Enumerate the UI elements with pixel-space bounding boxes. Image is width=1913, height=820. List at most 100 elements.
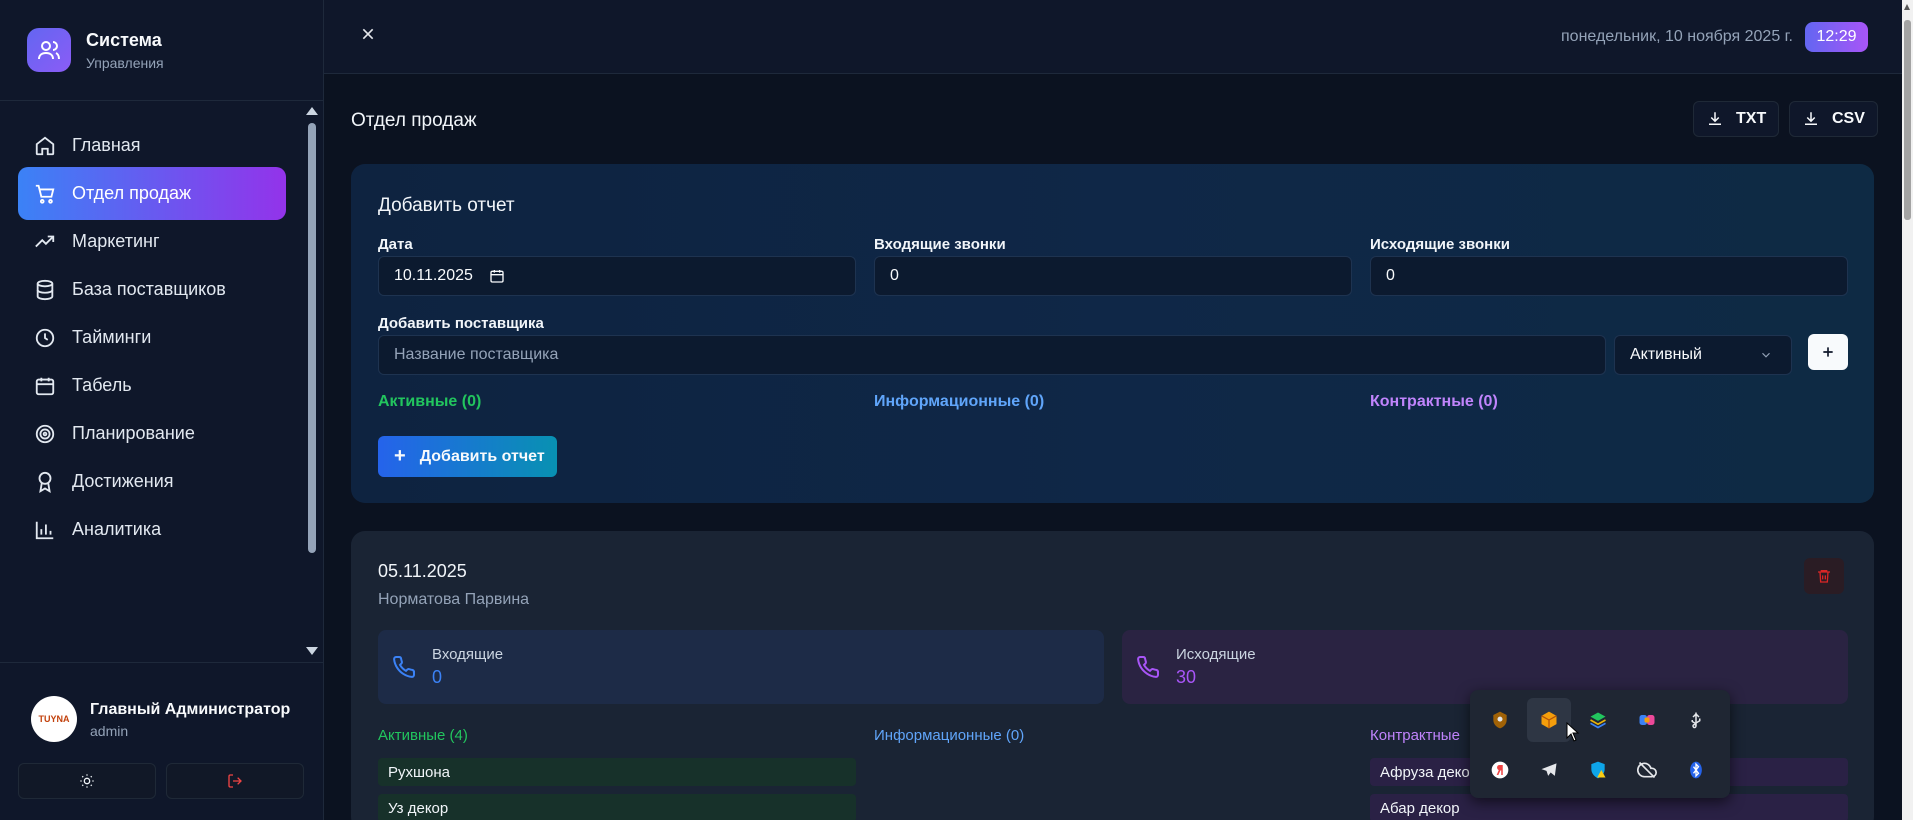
bar-chart-icon (35, 521, 54, 539)
sidebar-item-label: Достижения (72, 471, 174, 491)
sidebar-scrollbar[interactable] (304, 101, 320, 661)
scroll-up-icon[interactable] (1904, 4, 1910, 10)
scroll-up-icon[interactable] (306, 107, 318, 115)
sidebar-item-planning[interactable]: Планирование (18, 407, 286, 460)
telegram-icon[interactable] (1527, 748, 1571, 792)
mouse-cursor-icon (1566, 721, 1580, 747)
chevron-down-icon (1762, 352, 1770, 358)
usb-icon[interactable] (1674, 698, 1718, 742)
page-title: Отдел продаж (351, 110, 477, 131)
close-sidebar-button[interactable] (360, 26, 380, 46)
incoming-stat-label: Входящие (432, 646, 504, 663)
outgoing-calls-label: Исходящие звонки (1370, 236, 1510, 253)
sun-icon (80, 774, 94, 788)
tray-box-icon[interactable] (1527, 698, 1571, 742)
calendar-icon[interactable] (489, 268, 505, 284)
page-scrollbar[interactable] (1902, 0, 1913, 820)
current-date: понедельник, 10 ноября 2025 г. (1561, 28, 1793, 45)
user-name: Главный Администратор (90, 701, 291, 718)
sidebar-item-label: Аналитика (72, 519, 162, 539)
avatar: TUYNA (31, 696, 77, 742)
sidebar-item-marketing[interactable]: Маркетинг (18, 215, 286, 268)
list-item: Уз декор (378, 794, 856, 820)
yandex-browser-icon[interactable] (1478, 748, 1522, 792)
incoming-calls-input[interactable]: 0 (874, 256, 1352, 296)
user-role: admin (90, 723, 129, 739)
date-label: Дата (378, 236, 413, 253)
sidebar-item-label: Маркетинг (72, 231, 160, 251)
bluetooth-icon[interactable] (1674, 748, 1718, 792)
trash-icon (1818, 570, 1830, 583)
add-report-button-label: Добавить отчет (419, 447, 545, 465)
date-value: 10.11.2025 (394, 267, 473, 284)
contract-suppliers-count: Контрактные (0) (1370, 393, 1498, 410)
delete-report-button[interactable] (1804, 558, 1844, 594)
clock-icon (35, 328, 55, 347)
phone-icon (393, 655, 416, 678)
logout-button[interactable] (166, 763, 304, 799)
sidebar-item-timings[interactable]: Тайминги (18, 311, 286, 364)
add-report-title: Добавить отчет (378, 195, 515, 216)
sidebar-item-label: Отдел продаж (72, 183, 191, 203)
sidebar-item-label: Планирование (72, 423, 195, 443)
sidebar-item-label: Табель (72, 375, 132, 395)
sidebar-item-label: База поставщиков (72, 279, 226, 299)
users-icon (27, 28, 71, 72)
list-item: Рухшона (378, 758, 856, 786)
report-employee-name: Норматова Парвина (378, 591, 530, 608)
theme-toggle-button[interactable] (18, 763, 156, 799)
scroll-thumb[interactable] (1904, 20, 1911, 220)
sidebar-item-achievements[interactable]: Достижения (18, 455, 286, 508)
close-icon (362, 28, 374, 40)
scroll-down-icon[interactable] (306, 647, 318, 655)
topbar: понедельник, 10 ноября 2025 г. 12:29 (324, 0, 1913, 74)
sidebar-item-sales[interactable]: Отдел продаж (18, 167, 286, 220)
phone-icon (1137, 655, 1160, 678)
scroll-thumb[interactable] (308, 123, 316, 553)
export-txt-label: TXT (1736, 110, 1767, 127)
trending-up-icon (35, 235, 55, 247)
supplier-label: Добавить поставщика (378, 315, 544, 332)
tray-copilot-icon[interactable] (1625, 698, 1669, 742)
brand-title: Система (86, 29, 162, 50)
incoming-calls-label: Входящие звонки (874, 236, 1006, 253)
report-info-label: Информационные (0) (874, 727, 1025, 744)
date-input[interactable]: 10.11.2025 (378, 256, 856, 296)
cloud-off-icon[interactable] (1625, 748, 1669, 792)
database-icon (36, 279, 54, 300)
info-suppliers-count: Информационные (0) (874, 393, 1045, 410)
report-date: 05.11.2025 (378, 561, 467, 581)
system-tray-popup (1470, 690, 1730, 798)
plus-icon: + (394, 445, 406, 467)
target-icon (35, 424, 55, 443)
incoming-stat-value: 0 (432, 667, 443, 687)
supplier-name-input[interactable]: Название поставщика (378, 335, 1606, 375)
security-warning-icon[interactable] (1576, 748, 1620, 792)
award-icon (38, 471, 52, 493)
calendar-icon (35, 377, 55, 395)
logout-icon (228, 774, 242, 788)
download-icon (1805, 112, 1817, 125)
outgoing-calls-input[interactable]: 0 (1370, 256, 1848, 296)
brand-subtitle: Управления (86, 54, 164, 71)
sidebar-item-home[interactable]: Главная (18, 119, 286, 172)
export-txt-button[interactable]: TXT (1693, 101, 1780, 137)
add-supplier-button[interactable] (1808, 334, 1848, 370)
status-value: Активный (1630, 346, 1702, 363)
export-csv-button[interactable]: CSV (1789, 101, 1878, 137)
sidebar-nav: Главная Отдел продаж Маркетинг База пост… (0, 101, 324, 661)
cart-icon (35, 184, 55, 204)
time-badge: 12:29 (1805, 22, 1868, 52)
sidebar-item-suppliers[interactable]: База поставщиков (18, 263, 286, 316)
user-panel: TUYNA Главный Администратор admin (0, 662, 324, 820)
brand: Система Управления (0, 0, 323, 101)
supplier-status-select[interactable]: Активный (1614, 335, 1792, 375)
tray-app-icon[interactable] (1478, 698, 1522, 742)
tray-layers-icon[interactable] (1576, 698, 1620, 742)
sidebar-item-analytics[interactable]: Аналитика (18, 503, 286, 556)
sidebar-item-timesheet[interactable]: Табель (18, 359, 286, 412)
download-icon (1709, 112, 1721, 125)
avatar-logo-text: TUYNA (38, 714, 70, 724)
active-suppliers-count: Активные (0) (378, 393, 482, 410)
add-report-button[interactable]: + Добавить отчет (378, 436, 557, 477)
